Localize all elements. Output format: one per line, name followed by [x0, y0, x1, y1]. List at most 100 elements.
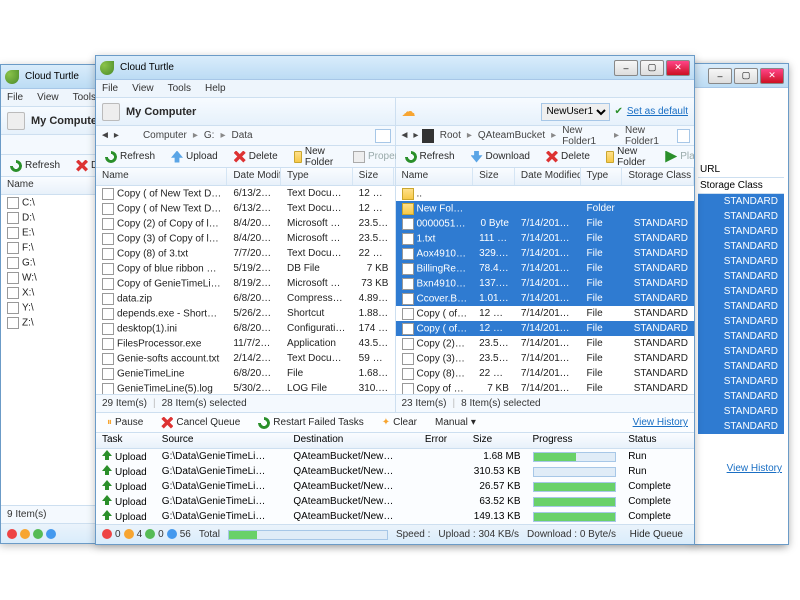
refresh-button[interactable]: Refresh	[5, 158, 65, 174]
list-style-button[interactable]	[375, 129, 391, 143]
table-row[interactable]: STANDARD	[698, 284, 784, 299]
table-row[interactable]: Copy ( of New…12 Byte7/14/2011 4:24…File…	[396, 321, 695, 336]
cancel-queue-button[interactable]: Cancel Queue	[156, 415, 245, 431]
minimize-button[interactable]: –	[614, 60, 638, 76]
table-row[interactable]: STANDARD	[698, 329, 784, 344]
table-row[interactable]: Copy (8) of 3.txt22 Byte7/14/2011 4:24…F…	[396, 366, 695, 381]
back-button[interactable]: ◄	[400, 130, 410, 141]
table-row[interactable]: STANDARD	[698, 389, 784, 404]
table-row[interactable]: 1.txt111 Byte7/14/2011 4:24…FileSTANDARD	[396, 231, 695, 246]
refresh-button[interactable]: Refresh	[100, 149, 160, 165]
crumb[interactable]: QAteamBucket	[476, 130, 547, 141]
total-progress	[228, 530, 388, 540]
table-row[interactable]: Copy ( of New Text Docum…6/13/2…Text Doc…	[96, 201, 395, 216]
table-row[interactable]: Copy of blue ri…7 KB7/14/2011 4:24…FileS…	[396, 381, 695, 394]
table-row[interactable]: GenieTimeLine6/8/20…File1.68 MB	[96, 366, 395, 381]
queue-row[interactable]: UploadG:\Data\GenieTimeLi…QAteamBucket/N…	[96, 509, 694, 524]
play-button[interactable]: Play	[660, 149, 694, 165]
download-button[interactable]: Download	[466, 149, 535, 165]
table-row[interactable]: 00000518.TMP0 Byte7/14/2011 4:24…FileSTA…	[396, 216, 695, 231]
remote-file-list[interactable]: ..New Folder2Folder00000518.TMP0 Byte7/1…	[396, 186, 695, 394]
table-row[interactable]: STANDARD	[698, 359, 784, 374]
menu-file[interactable]: File	[102, 83, 118, 94]
remote-pane: ☁ NewUser1 ✔ Set as default ◄▸ Root▸ QAt…	[396, 98, 695, 412]
table-row[interactable]: Copy (2) of Co…23.5 KB7/14/2011 4:24…Fil…	[396, 336, 695, 351]
pause-button[interactable]: ⏸Pause	[102, 415, 148, 430]
table-row[interactable]: desktop(1).ini6/8/20…Configuration setti…	[96, 321, 395, 336]
crumb[interactable]: Root	[438, 130, 463, 141]
back-button[interactable]: ◄	[100, 130, 110, 141]
table-row[interactable]: Copy ( of New Text Docum…6/13/2…Text Doc…	[96, 186, 395, 201]
table-row[interactable]: Genie-softs account.txt2/14/2…Text Docum…	[96, 351, 395, 366]
crumb[interactable]: Computer	[141, 130, 189, 141]
table-row[interactable]: Copy of blue ribbon master…5/19/2…DB Fil…	[96, 261, 395, 276]
view-history-link[interactable]: View History	[727, 463, 782, 474]
table-row[interactable]: Copy (3) of Co…23.5 KB7/14/2011 4:24…Fil…	[396, 351, 695, 366]
menu-help[interactable]: Help	[205, 83, 226, 94]
table-row[interactable]: STANDARD	[698, 239, 784, 254]
column-headers[interactable]: NameDate ModifiedTypeSize	[96, 168, 395, 186]
table-row[interactable]: Copy ( of New…12 Byte7/14/2011 4:24…File…	[396, 306, 695, 321]
table-row[interactable]: GenieTimeLine(5).log5/30/2…LOG File310.5…	[96, 381, 395, 394]
table-row[interactable]: Copy of GenieTimeLine.cozy…8/19/2…Micros…	[96, 276, 395, 291]
table-row[interactable]: STANDARD	[698, 314, 784, 329]
table-row[interactable]: Copy (2) of Copy of leikni…8/4/20…Micros…	[96, 216, 395, 231]
crumb[interactable]: Data	[229, 130, 254, 141]
upload-button[interactable]: Upload	[166, 149, 223, 165]
crumb[interactable]: G:	[202, 130, 217, 141]
table-row[interactable]: Aox49102(1)…329.14 KB7/14/2011 4:24…File…	[396, 246, 695, 261]
view-history-link[interactable]: View History	[633, 417, 688, 428]
queue-row[interactable]: UploadG:\Data\GenieTimeLi…QAteamBucket/N…	[96, 464, 694, 479]
table-row[interactable]: STANDARD	[698, 404, 784, 419]
table-row[interactable]: STANDARD	[698, 374, 784, 389]
delete-button[interactable]: Delete	[229, 149, 283, 165]
titlebar[interactable]: Cloud Turtle – ▢ ✕	[96, 56, 694, 80]
table-row[interactable]: FilesProcessor.exe11/7/2…Application43.5…	[96, 336, 395, 351]
table-row[interactable]: STANDARD	[698, 254, 784, 269]
window-title: Cloud Turtle	[120, 62, 174, 73]
menu-view[interactable]: View	[132, 83, 154, 94]
close-button[interactable]: ✕	[666, 60, 690, 76]
bucket-icon	[422, 129, 433, 143]
address-bar[interactable]: ◄▸ Computer▸ G:▸ Data	[96, 126, 395, 146]
table-row[interactable]: STANDARD	[698, 299, 784, 314]
queue-rows[interactable]: UploadG:\Data\GenieTimeLi…QAteamBucket/N…	[96, 449, 694, 524]
table-row[interactable]: Copy (3) of Copy of leikni…8/4/20…Micros…	[96, 231, 395, 246]
hide-queue-button[interactable]: Hide Queue	[625, 527, 688, 542]
clear-button[interactable]: ✦Clear	[377, 415, 422, 430]
maximize-button[interactable]: ▢	[640, 60, 664, 76]
set-default-link[interactable]: Set as default	[627, 106, 688, 117]
table-row[interactable]: ..	[396, 186, 695, 201]
queue-row[interactable]: UploadG:\Data\GenieTimeLi…QAteamBucket/N…	[96, 449, 694, 464]
table-row[interactable]: Bxn49102.jpg137.79 KB7/14/2011 4:24…File…	[396, 276, 695, 291]
local-file-list[interactable]: Copy ( of New Text Docum…6/13/2…Text Doc…	[96, 186, 395, 394]
table-row[interactable]: Copy (8) of 3.txt7/7/20…Text Document22 …	[96, 246, 395, 261]
new-folder-button[interactable]: New Folder	[289, 144, 342, 170]
queue-headers[interactable]: TaskSourceDestinationErrorSizeProgressSt…	[96, 433, 694, 449]
table-row[interactable]: STANDARD	[698, 224, 784, 239]
table-row[interactable]: STANDARD	[698, 209, 784, 224]
account-select[interactable]: NewUser1	[541, 103, 610, 121]
table-row[interactable]: STANDARD	[698, 344, 784, 359]
minimize-button[interactable]: –	[708, 68, 732, 84]
table-row[interactable]: BillingReports(…78.47 KB7/14/2011 4:24…F…	[396, 261, 695, 276]
mode-select[interactable]: Manual ▾	[430, 415, 481, 430]
maximize-button[interactable]: ▢	[734, 68, 758, 84]
refresh-button[interactable]: Refresh	[400, 149, 460, 165]
list-style-button[interactable]	[677, 129, 690, 143]
table-row[interactable]: STANDARD	[698, 419, 784, 434]
column-headers[interactable]: NameSizeDate ModifiedTypeStorage Class	[396, 168, 695, 186]
delete-button[interactable]: Delete	[541, 149, 595, 165]
restart-failed-button[interactable]: Restart Failed Tasks	[253, 415, 368, 431]
close-button[interactable]: ✕	[760, 68, 784, 84]
queue-row[interactable]: UploadG:\Data\GenieTimeLi…QAteamBucket/N…	[96, 494, 694, 509]
new-folder-button[interactable]: New Folder	[601, 144, 654, 170]
menu-tools[interactable]: Tools	[168, 83, 191, 94]
table-row[interactable]: STANDARD	[698, 269, 784, 284]
table-row[interactable]: data.zip6/8/20…Compressed (zipped) …4.89…	[96, 291, 395, 306]
table-row[interactable]: New Folder2Folder	[396, 201, 695, 216]
queue-row[interactable]: UploadG:\Data\GenieTimeLi…QAteamBucket/N…	[96, 479, 694, 494]
table-row[interactable]: Ccover.BAT1.01 KB7/14/2011 4:24…FileSTAN…	[396, 291, 695, 306]
table-row[interactable]: depends.exe - Shortcut.lnk5/26/2…Shortcu…	[96, 306, 395, 321]
table-row[interactable]: STANDARD	[698, 194, 784, 209]
